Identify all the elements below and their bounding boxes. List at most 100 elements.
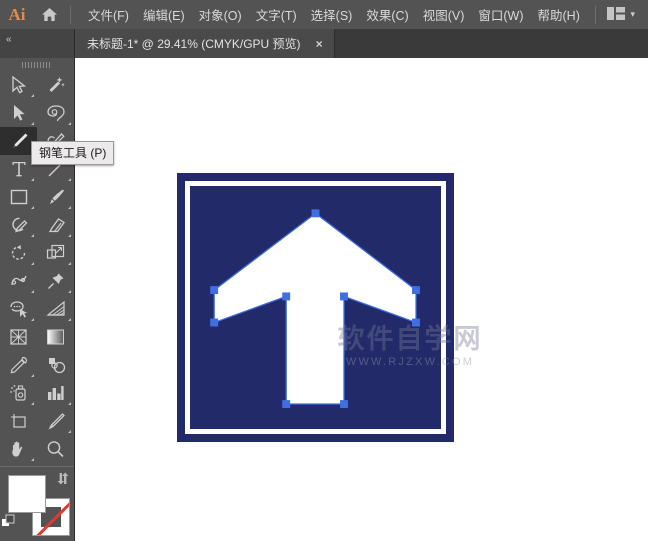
arrow-path[interactable] [177,173,454,442]
direct-selection-tool[interactable] [0,99,37,127]
magic-wand-tool[interactable] [37,71,74,99]
tool-more-corner-icon [68,318,71,321]
pen-icon [9,132,29,150]
menu-file[interactable]: 文件(F) [81,1,136,28]
width-tool[interactable] [0,267,37,295]
width-warp-icon [9,272,29,290]
canvas-area[interactable]: 软件自学网 WWW.RJZXW.COM [75,58,648,541]
slice-knife-icon [46,412,66,430]
type-t-icon [11,160,27,178]
rotate-icon [10,244,28,262]
tool-more-corner-icon [31,94,34,97]
shaper-pencil-icon [9,216,29,234]
tool-more-corner-icon [68,402,71,405]
paintbrush-tool[interactable] [37,183,74,211]
eyedropper-tool[interactable] [0,351,37,379]
tool-more-corner-icon [68,122,71,125]
tool-more-corner-icon [68,178,71,181]
menu-divider [70,5,71,24]
menu-type[interactable]: 文字(T) [249,1,304,28]
perspective-grid-tool[interactable] [37,295,74,323]
ai-logo: Ai [8,4,26,24]
arrow-shape [213,212,417,405]
hand-tool[interactable] [0,435,37,463]
mesh-tool[interactable] [0,323,37,351]
menu-view[interactable]: 视图(V) [416,1,472,28]
document-tab-bar: « 未标题-1* @ 29.41% (CMYK/GPU 预览) × [0,29,648,58]
blend-tool[interactable] [37,351,74,379]
lasso-tool[interactable] [37,99,74,127]
perspective-grid-icon [45,300,66,318]
close-icon[interactable]: × [313,38,326,50]
tool-more-corner-icon [31,234,34,237]
shape-builder-icon [9,300,29,318]
menu-object[interactable]: 对象(O) [192,1,249,28]
arrow-sign-artwork[interactable] [177,173,454,442]
tools-panel [0,58,75,541]
symbol-sprayer-icon [9,384,29,402]
zoom-tool[interactable] [37,435,74,463]
color-controls [0,470,74,541]
scale-tool[interactable] [37,239,74,267]
shape-builder-tool[interactable] [0,295,37,323]
blend-icon [46,356,66,374]
document-tab[interactable]: 未标题-1* @ 29.41% (CMYK/GPU 预览) × [75,29,335,58]
magnifier-icon [46,440,65,458]
artboard-tool[interactable] [0,407,37,435]
grip-dots-icon [22,61,52,68]
selection-tool[interactable] [0,71,37,99]
tool-tooltip: 钢笔工具 (P) [31,141,115,165]
column-graph-icon [46,384,65,402]
tool-more-corner-icon [31,290,34,293]
gradient-tool[interactable] [37,323,74,351]
eraser-tool[interactable] [37,211,74,239]
gradient-icon [46,329,65,345]
tool-more-corner-icon [68,234,71,237]
selection-arrow-icon [11,76,27,94]
tool-more-corner-icon [68,290,71,293]
free-transform-tool[interactable] [37,267,74,295]
rectangle-icon [10,189,28,205]
lasso-icon [46,104,66,122]
illustrator-window: Ai 文件(F) 编辑(E) 对象(O) 文字(T) 选择(S) 效果(C) 视… [0,0,648,541]
slice-tool[interactable] [37,407,74,435]
tools-panel-grip[interactable] [0,58,74,71]
tool-more-corner-icon [31,458,34,461]
tools-divider [0,466,74,467]
menu-help[interactable]: 帮助(H) [531,1,587,28]
rotate-tool[interactable] [0,239,37,267]
tool-more-corner-icon [31,374,34,377]
document-tab-label: 未标题-1* @ 29.41% (CMYK/GPU 预览) [87,37,301,51]
symbol-sprayer-tool[interactable] [0,379,37,407]
tool-more-corner-icon [68,206,71,209]
tool-panel-header: « [0,29,75,58]
hand-icon [9,440,28,458]
home-button[interactable] [34,0,64,29]
menu-select[interactable]: 选择(S) [304,1,360,28]
home-icon [41,7,58,22]
tool-more-corner-icon [31,206,34,209]
magic-wand-icon [47,76,65,94]
shaper-tool[interactable] [0,211,37,239]
rectangle-tool[interactable] [0,183,37,211]
column-graph-tool[interactable] [37,379,74,407]
tool-more-corner-icon [68,262,71,265]
menu-effect[interactable]: 效果(C) [359,1,415,28]
workspace-divider [595,5,597,24]
workspace-layout-icon [607,6,626,23]
menu-window[interactable]: 窗口(W) [471,1,530,28]
paintbrush-icon [46,188,66,206]
workspace-switcher[interactable]: ▾ [602,4,640,26]
collapse-panel-icon[interactable]: « [6,34,11,45]
menu-edit[interactable]: 编辑(E) [136,1,192,28]
mesh-icon [9,328,28,346]
swap-fill-stroke-icon[interactable] [55,472,71,489]
chevron-down-icon: ▾ [630,9,635,19]
scale-icon [46,244,65,262]
menu-bar: Ai 文件(F) 编辑(E) 对象(O) 文字(T) 选择(S) 效果(C) 视… [0,0,648,29]
direct-selection-icon [11,104,27,122]
pushpin-icon [47,272,65,290]
fill-swatch[interactable] [8,475,46,513]
default-fill-stroke-icon[interactable] [1,514,16,532]
tool-more-corner-icon [31,178,34,181]
